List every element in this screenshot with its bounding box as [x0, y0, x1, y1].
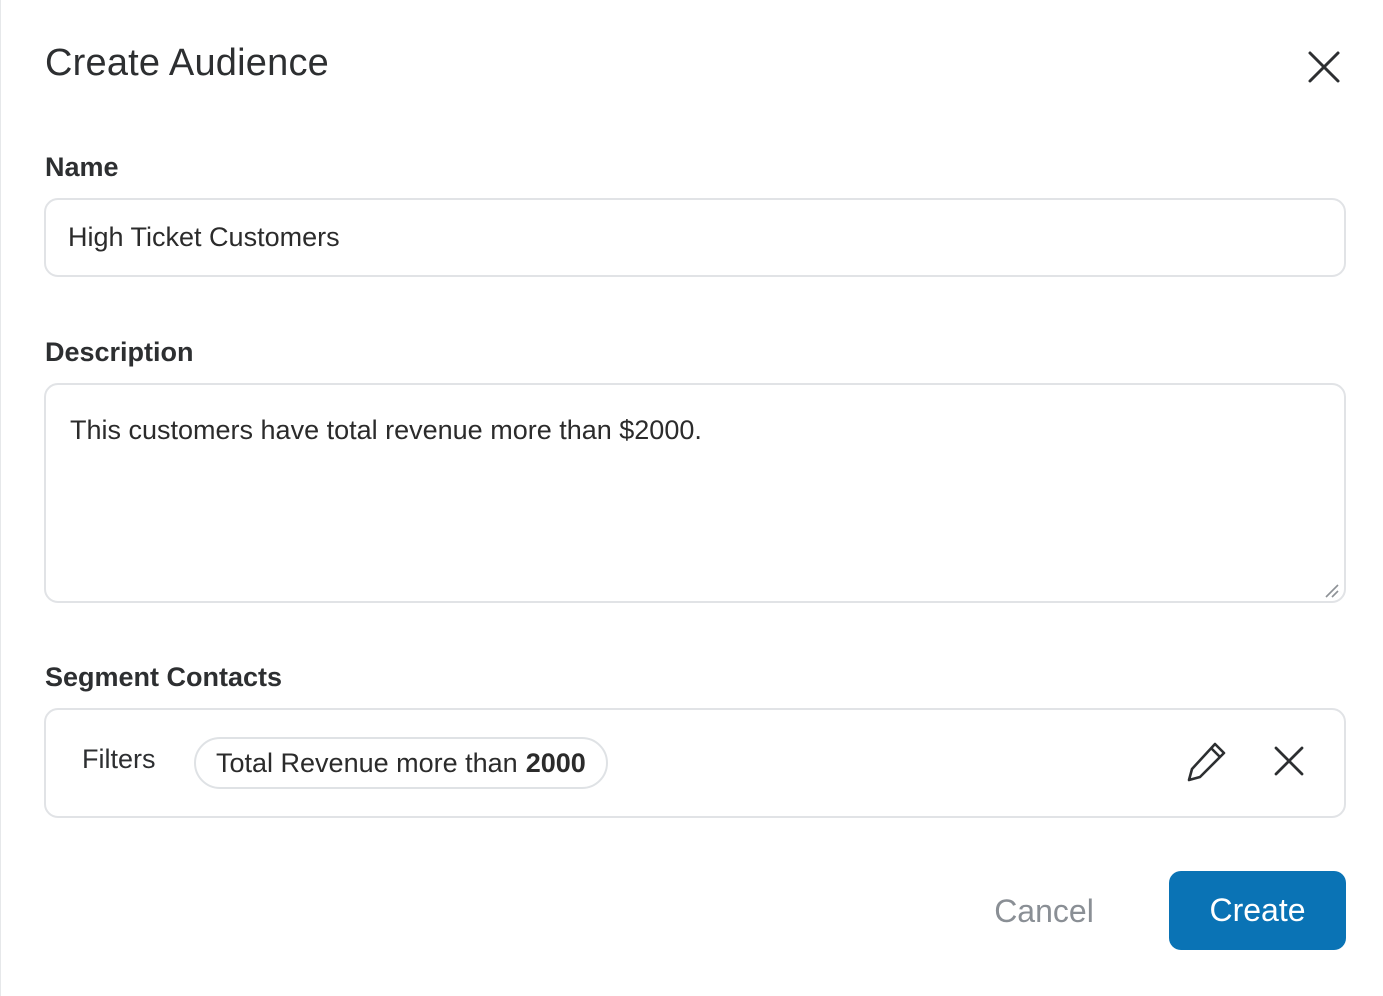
cancel-button[interactable]: Cancel: [969, 872, 1119, 950]
filters-label: Filters: [82, 744, 156, 774]
create-audience-dialog: Create Audience Name Description This cu…: [0, 0, 1383, 996]
pencil-icon: [1187, 742, 1226, 782]
edit-filter-button[interactable]: [1182, 736, 1232, 786]
filter-chip-text: Total Revenue more than: [216, 747, 518, 778]
segment-contacts-label: Segment Contacts: [45, 662, 283, 692]
description-textarea[interactable]: This customers have total revenue more t…: [44, 383, 1346, 603]
create-button[interactable]: Create: [1169, 871, 1346, 950]
remove-filter-button[interactable]: [1264, 736, 1314, 786]
name-label: Name: [45, 152, 119, 182]
close-dialog-button[interactable]: [1301, 44, 1347, 90]
filter-chip-value: 2000: [525, 747, 586, 778]
close-icon: [1274, 746, 1304, 776]
filter-chip[interactable]: Total Revenue more than 2000: [194, 737, 608, 789]
description-label: Description: [45, 337, 194, 367]
close-icon: [1308, 51, 1340, 83]
dialog-title: Create Audience: [45, 42, 329, 84]
name-input[interactable]: [44, 198, 1346, 277]
segment-filter-box: Filters Total Revenue more than 2000: [44, 708, 1346, 818]
resize-handle-icon[interactable]: [1323, 582, 1339, 598]
